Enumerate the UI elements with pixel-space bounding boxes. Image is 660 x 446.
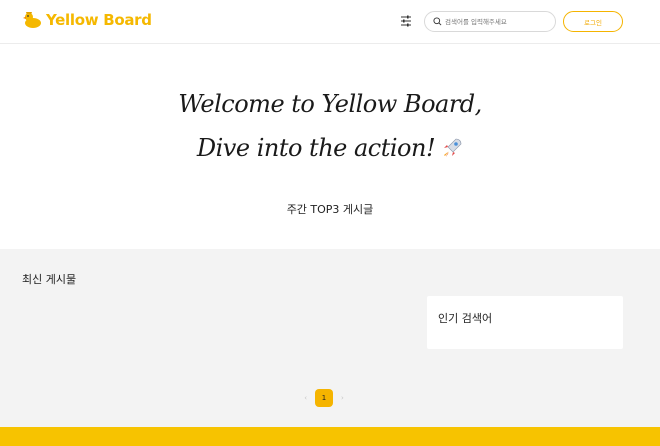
- prev-page-button[interactable]: ‹: [304, 394, 307, 402]
- pagination: ‹ 1 ›: [296, 389, 352, 407]
- page-number-current[interactable]: 1: [315, 389, 333, 407]
- footer-bar: [0, 427, 660, 446]
- top-header: Yellow Board 로그인: [0, 0, 660, 44]
- popular-keywords-title: 인기 검색어: [438, 312, 493, 325]
- hero-heading-line2: Dive into the action!: [0, 134, 660, 162]
- search-bar[interactable]: [424, 11, 556, 32]
- brand-logo[interactable]: Yellow Board: [22, 11, 152, 29]
- search-icon: [433, 17, 442, 26]
- next-page-button[interactable]: ›: [341, 394, 344, 402]
- duck-logo-icon: [23, 12, 41, 28]
- hero-heading-line1: Welcome to Yellow Board,: [178, 90, 482, 118]
- login-button[interactable]: 로그인: [563, 11, 623, 32]
- brand-name: Yellow Board: [46, 11, 152, 29]
- popular-keywords-card: 인기 검색어: [427, 296, 623, 349]
- filter-icon[interactable]: [399, 14, 413, 28]
- rocket-icon: [444, 138, 462, 157]
- hero-heading-line2-text: Dive into the action!: [196, 134, 436, 162]
- weekly-top3-title: 주간 TOP3 게시글: [286, 203, 374, 216]
- latest-posts-title: 최신 게시물: [22, 273, 77, 286]
- search-input[interactable]: [445, 17, 553, 26]
